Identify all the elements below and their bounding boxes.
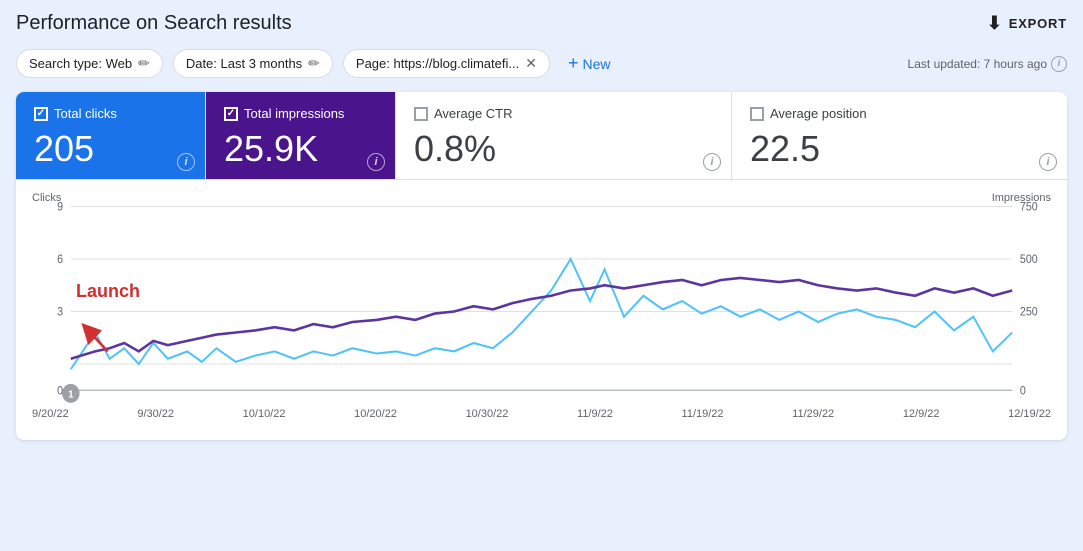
impressions-checkbox[interactable]: [224, 107, 238, 121]
filters-row: Search type: Web ✏ Date: Last 3 months ✏…: [16, 49, 1067, 78]
svg-text:500: 500: [1020, 253, 1038, 265]
metrics-row: Total clicks 205 i Total impressions 25.…: [16, 92, 1067, 180]
metric-header-ctr: Average CTR: [414, 106, 713, 121]
main-card: Total clicks 205 i Total impressions 25.…: [16, 92, 1067, 440]
last-updated: Last updated: 7 hours ago i: [908, 56, 1067, 72]
x-label-4: 10/20/22: [354, 408, 397, 420]
x-axis-labels: 9/20/22 9/30/22 10/10/22 10/20/22 10/30/…: [32, 406, 1051, 420]
new-button[interactable]: + New: [560, 49, 619, 78]
clicks-info: i: [177, 152, 195, 171]
page-header: Performance on Search results ⬇ EXPORT: [16, 12, 1067, 35]
date-filter[interactable]: Date: Last 3 months ✏: [173, 49, 333, 78]
x-label-9: 12/9/22: [903, 408, 940, 420]
clicks-label: Total clicks: [54, 106, 117, 121]
metric-header-clicks: Total clicks: [34, 106, 187, 121]
x-label-3: 10/10/22: [243, 408, 286, 420]
svg-text:6: 6: [57, 253, 63, 265]
svg-text:9: 9: [57, 201, 63, 213]
new-label: New: [582, 56, 610, 72]
chart-area: Clicks Impressions Launch 9 6 3: [16, 180, 1067, 440]
clicks-checkbox[interactable]: [34, 107, 48, 121]
metric-total-impressions[interactable]: Total impressions 25.9K i: [206, 92, 396, 179]
position-value: 22.5: [750, 129, 1049, 169]
x-label-1: 9/20/22: [32, 408, 69, 420]
impressions-value: 25.9K: [224, 129, 377, 169]
ctr-checkbox[interactable]: [414, 107, 428, 121]
position-info-icon[interactable]: i: [1039, 153, 1057, 171]
chart-svg-container: Launch 9 6 3 0 750 500: [32, 196, 1051, 406]
page-label: Page: https://blog.climatefi...: [356, 56, 519, 71]
page-filter[interactable]: Page: https://blog.climatefi... ✕: [343, 49, 550, 78]
chart-svg: 9 6 3 0 750 500 250 0: [32, 196, 1051, 406]
edit-icon-date: ✏: [308, 55, 320, 72]
ctr-label: Average CTR: [434, 106, 513, 121]
metric-avg-ctr[interactable]: Average CTR 0.8% i: [396, 92, 732, 179]
svg-text:3: 3: [57, 306, 63, 318]
export-label: EXPORT: [1009, 16, 1067, 31]
metric-header-position: Average position: [750, 106, 1049, 121]
svg-text:0: 0: [57, 385, 63, 397]
impressions-info-icon[interactable]: i: [367, 153, 385, 171]
metric-total-clicks[interactable]: Total clicks 205 i: [16, 92, 206, 179]
metric-header-impressions: Total impressions: [224, 106, 377, 121]
close-icon-page[interactable]: ✕: [525, 55, 537, 72]
export-button[interactable]: ⬇ EXPORT: [987, 13, 1067, 34]
plus-icon: +: [568, 53, 579, 74]
position-checkbox[interactable]: [750, 107, 764, 121]
ctr-value: 0.8%: [414, 129, 713, 169]
x-label-5: 10/30/22: [466, 408, 509, 420]
impressions-label: Total impressions: [244, 106, 344, 121]
ctr-info-icon[interactable]: i: [703, 153, 721, 171]
date-label: Date: Last 3 months: [186, 56, 302, 71]
impressions-info: i: [367, 152, 385, 171]
clicks-info-icon[interactable]: i: [177, 153, 195, 171]
export-icon: ⬇: [987, 13, 1003, 34]
search-type-filter[interactable]: Search type: Web ✏: [16, 49, 163, 78]
last-updated-info-icon[interactable]: i: [1051, 56, 1067, 72]
x-label-2: 9/30/22: [137, 408, 174, 420]
page-container: Performance on Search results ⬇ EXPORT S…: [0, 0, 1083, 452]
x-label-8: 11/29/22: [792, 408, 834, 420]
svg-text:750: 750: [1020, 201, 1038, 213]
x-label-7: 11/19/22: [682, 408, 724, 420]
x-label-10: 12/19/22: [1008, 408, 1051, 420]
metric-avg-position[interactable]: Average position 22.5 i: [732, 92, 1067, 179]
svg-text:0: 0: [1020, 385, 1026, 397]
svg-text:250: 250: [1020, 306, 1038, 318]
search-type-label: Search type: Web: [29, 56, 132, 71]
x-label-6: 11/9/22: [577, 408, 613, 420]
clicks-value: 205: [34, 129, 187, 169]
edit-icon: ✏: [138, 55, 150, 72]
position-label: Average position: [770, 106, 867, 121]
svg-text:1: 1: [68, 389, 74, 400]
page-title: Performance on Search results: [16, 12, 292, 35]
